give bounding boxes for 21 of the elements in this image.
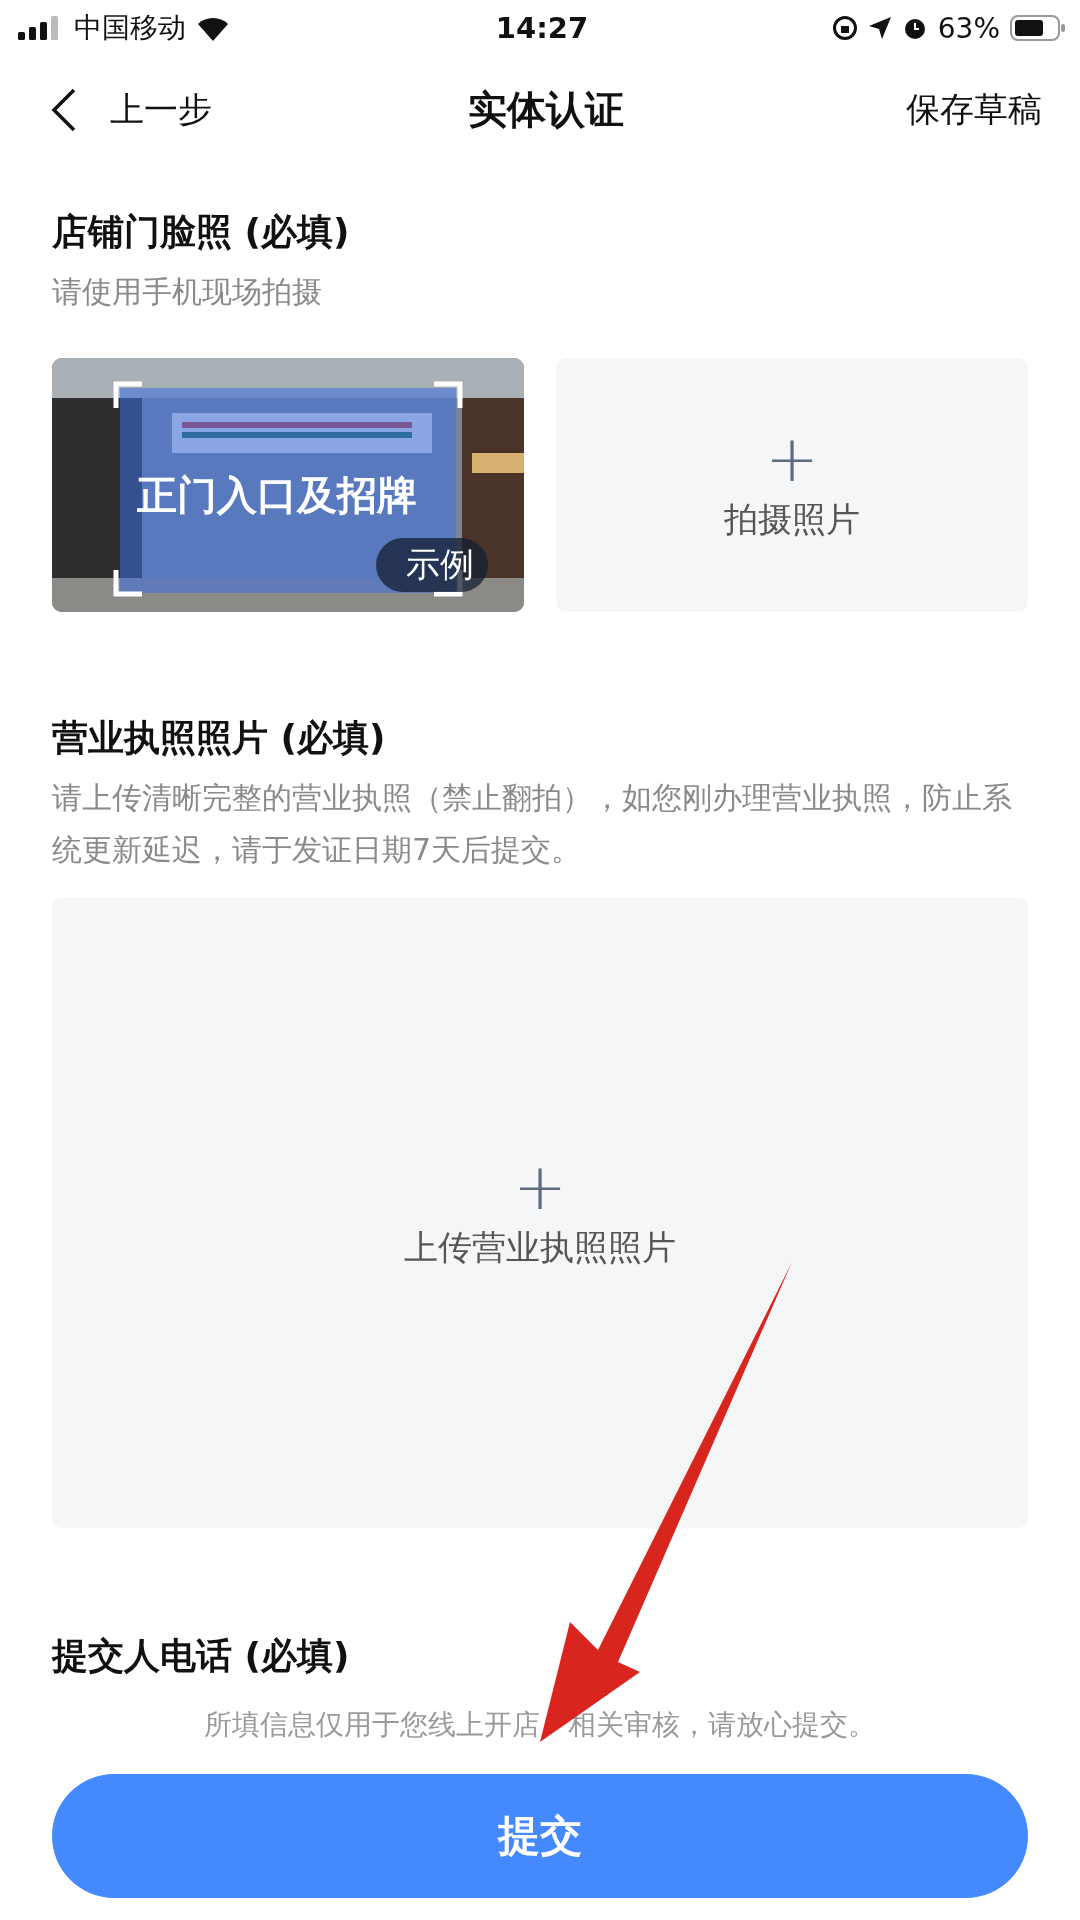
example-caption: 正门入口及招牌 [137, 471, 417, 520]
page-title: 实体认证 [468, 86, 624, 134]
back-icon [50, 88, 76, 132]
upload-license-button[interactable]: + 上传营业执照照片 [52, 898, 1028, 1528]
example-badge: 示例 [376, 538, 488, 592]
section-title: 提交人电话 (必填) [52, 1634, 351, 1678]
battery-icon [1010, 15, 1066, 41]
take-photo-button[interactable]: + 拍摄照片 [556, 358, 1028, 612]
carrier-name: 中国移动 [74, 10, 186, 46]
notice-text: 所填信息仅用于您线上开店 [204, 1707, 540, 1743]
save-draft-button[interactable]: 保存草稿 [782, 87, 1042, 133]
back-button[interactable]: 上一步 [50, 87, 310, 133]
rotation-lock-icon [831, 15, 858, 41]
wifi-icon [196, 15, 230, 41]
location-icon [867, 16, 892, 40]
section-hint: 请上传清晰完整的营业执照（禁止翻拍），如您刚办理营业执照，防止系统更新延迟，请于发证日期7天后提交。 [52, 779, 1013, 869]
section-title: 营业执照照片 (必填) [52, 716, 387, 760]
section-title: 店铺门脸照 (必填) [52, 210, 351, 254]
section-hint: 请使用手机现场拍摄 [52, 273, 323, 311]
battery-percent: 63% [937, 11, 1000, 45]
clock-time: 14:27 [495, 11, 589, 45]
